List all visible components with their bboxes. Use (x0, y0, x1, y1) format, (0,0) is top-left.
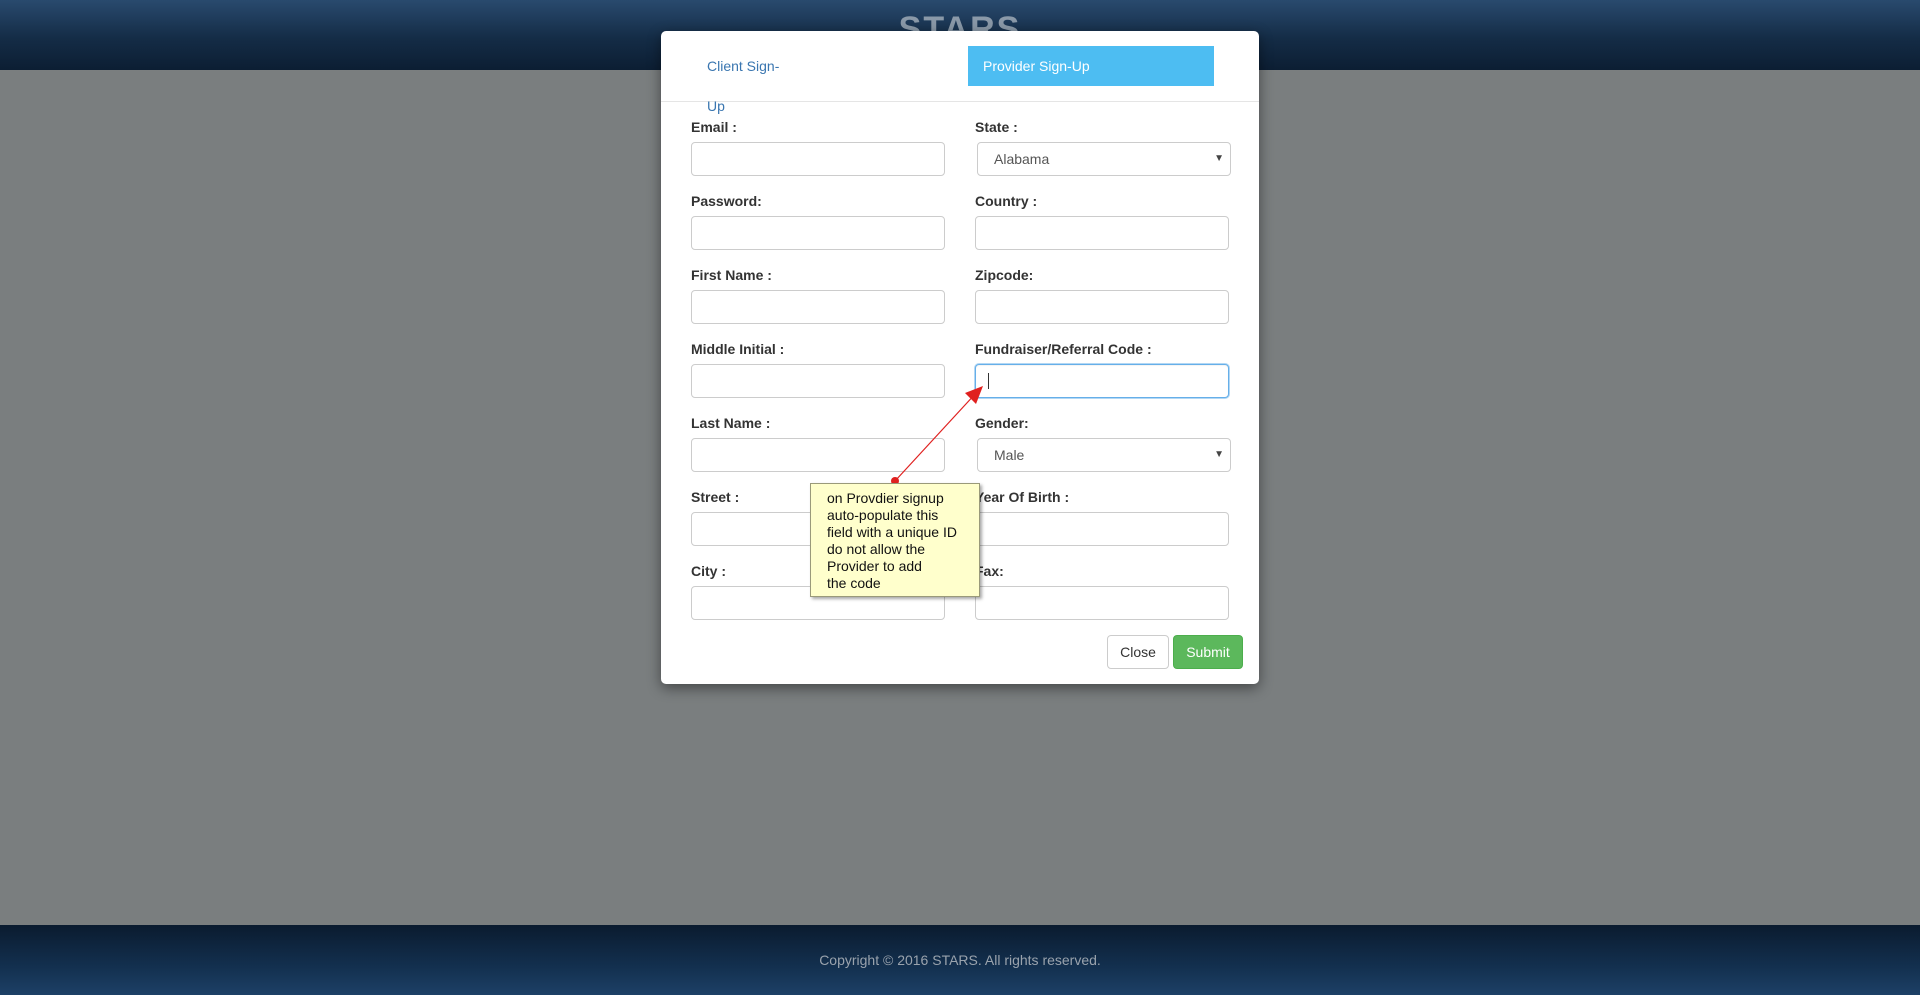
password-input[interactable] (691, 216, 945, 250)
note-line: auto-populate this (827, 507, 939, 523)
last-name-input[interactable] (691, 438, 945, 472)
note-line: on Provdier signup (827, 490, 944, 506)
annotation-sticky-note: on Provdier signup auto-populate this fi… (810, 483, 980, 597)
gender-select[interactable]: Male ▼ (977, 438, 1231, 472)
zipcode-label: Zipcode: (975, 267, 1034, 283)
chevron-down-icon: ▼ (1214, 153, 1224, 164)
country-input[interactable] (975, 216, 1229, 250)
state-select[interactable]: Alabama ▼ (977, 142, 1231, 176)
page: STARS Copyright © 2016 STARS. All rights… (0, 0, 1920, 995)
last-name-label: Last Name : (691, 415, 771, 431)
email-label: Email : (691, 119, 737, 135)
close-button[interactable]: Close (1107, 635, 1169, 669)
country-label: Country : (975, 193, 1038, 209)
referral-code-input[interactable] (975, 364, 1229, 398)
city-label: City : (691, 563, 726, 579)
copyright-text: Copyright © 2016 STARS. All rights reser… (819, 952, 1101, 968)
zipcode-input[interactable] (975, 290, 1229, 324)
note-line: Provider to add (827, 558, 922, 574)
email-input[interactable] (691, 142, 945, 176)
tab-client-signup[interactable]: Client Sign-Up (692, 46, 812, 114)
chevron-down-icon: ▼ (1214, 449, 1224, 460)
modal-header: Client Sign-Up Provider Sign-Up (661, 31, 1259, 114)
footer: Copyright © 2016 STARS. All rights reser… (0, 925, 1920, 995)
referral-code-label: Fundraiser/Referral Code : (975, 341, 1152, 357)
middle-initial-input[interactable] (691, 364, 945, 398)
first-name-label: First Name : (691, 267, 772, 283)
middle-initial-label: Middle Initial : (691, 341, 785, 357)
submit-button[interactable]: Submit (1173, 635, 1243, 669)
state-selected-value: Alabama (994, 151, 1050, 167)
fax-input[interactable] (975, 586, 1229, 620)
gender-selected-value: Male (994, 447, 1025, 463)
note-line: do not allow the (827, 541, 926, 557)
state-label: State : (975, 119, 1018, 135)
note-line: the code (827, 575, 881, 591)
note-line: field with a unique ID (827, 524, 957, 540)
year-of-birth-label: Year Of Birth : (975, 489, 1070, 505)
password-label: Password: (691, 193, 762, 209)
text-cursor (988, 373, 989, 389)
first-name-input[interactable] (691, 290, 945, 324)
gender-label: Gender: (975, 415, 1029, 431)
street-label: Street : (691, 489, 740, 505)
year-of-birth-input[interactable] (975, 512, 1229, 546)
tab-provider-signup[interactable]: Provider Sign-Up (968, 46, 1214, 86)
